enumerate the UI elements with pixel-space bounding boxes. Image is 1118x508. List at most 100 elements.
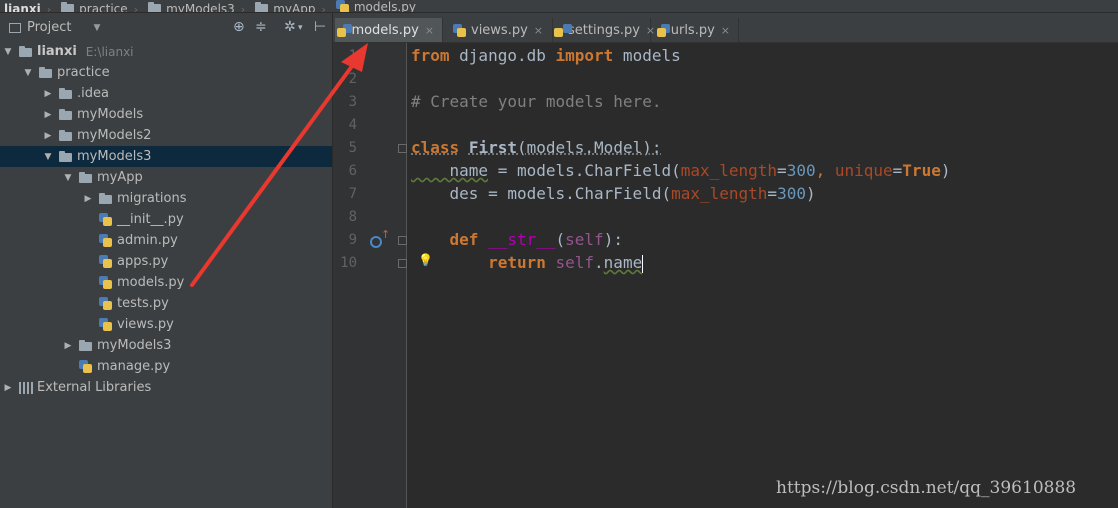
tree-item-label: lianxi (37, 44, 77, 59)
code-token: = (892, 161, 903, 180)
tab-settings[interactable]: settings.py × (554, 18, 655, 42)
breadcrumb-label: myModels3 (166, 1, 235, 13)
tree-item-manage-py[interactable]: manage.py (0, 356, 332, 377)
python-file-icon (99, 276, 112, 289)
fold-marker-icon[interactable] (398, 144, 407, 153)
gear-icon[interactable]: ✲ (284, 19, 296, 35)
tab-urls[interactable]: urls.py × (653, 18, 739, 42)
code-token: max_length (671, 184, 768, 203)
tree-item-myapp[interactable]: ▼ myApp (0, 167, 332, 188)
breadcrumb-item[interactable]: lianxi (4, 3, 41, 12)
collapse-icon[interactable]: ≑ (255, 19, 267, 35)
code-token: def (449, 230, 479, 249)
globe-icon[interactable]: ⊕ (233, 19, 245, 35)
line-number: 10 (340, 255, 357, 271)
folder-icon (255, 2, 269, 12)
tree-item-views-py[interactable]: views.py (0, 314, 332, 335)
watermark: https://blog.csdn.net/qq_39610888 (776, 478, 1077, 498)
code-token: class (411, 138, 460, 157)
code-token: import (555, 46, 614, 65)
folder-icon (59, 88, 72, 99)
tree-item-label: myApp (97, 170, 143, 185)
code-line[interactable]: from django.db import models (411, 46, 681, 65)
tree-item-migrations[interactable]: ▶ migrations (0, 188, 332, 209)
line-number: 1 (348, 48, 357, 64)
close-icon[interactable]: × (425, 24, 434, 37)
chevron-right-icon[interactable]: ▶ (42, 110, 54, 120)
line-number: 7 (348, 186, 357, 202)
line-number: 6 (348, 163, 357, 179)
tab-models[interactable]: models.py × (335, 18, 443, 42)
tree-item-practice[interactable]: ▼ practice (0, 62, 332, 83)
code-token: 300 (777, 184, 806, 203)
tree-item-label: models.py (117, 275, 185, 290)
code-token: unique (834, 161, 893, 180)
tab-label: settings.py (568, 22, 640, 38)
line-number: 9 (348, 232, 357, 248)
code-line[interactable]: # Create your models here. (411, 92, 661, 111)
code-line[interactable]: des = models.CharField(max_length=300) (411, 184, 816, 203)
code-line[interactable]: class First(models.Model): (411, 138, 661, 157)
tab-views[interactable]: views.py × (445, 18, 553, 42)
editor-gutter: 1 2 3 4 5 6 7 8 9 10 ↑ 💡 (333, 43, 433, 508)
line-number: 5 (348, 140, 357, 156)
tree-item-mymodels3[interactable]: ▼ myModels3 (0, 146, 332, 167)
chevron-right-icon[interactable]: ▶ (42, 131, 54, 141)
tree-item-mymodels2[interactable]: ▶ myModels2 (0, 125, 332, 146)
hide-panel-icon[interactable]: ⊢ (314, 19, 326, 35)
chevron-right-icon[interactable]: ▶ (62, 341, 74, 351)
override-arrow-icon[interactable]: ↑ (381, 228, 390, 241)
code-token: True (902, 161, 941, 180)
code-editor[interactable]: 1 2 3 4 5 6 7 8 9 10 ↑ 💡 from django.db import mode… (333, 43, 1118, 508)
breadcrumb-item[interactable]: myApp (255, 2, 315, 12)
code-line[interactable]: def __str__(self): (411, 230, 623, 249)
tree-item-idea[interactable]: ▶ .idea (0, 83, 332, 104)
code-token: des = models.CharField( (411, 184, 672, 203)
tree-item-mymodels[interactable]: ▶ myModels (0, 104, 332, 125)
line-number: 4 (348, 117, 357, 133)
tree-item-models-py[interactable]: models.py (0, 272, 332, 293)
tree-item-init-py[interactable]: __init__.py (0, 209, 332, 230)
tree-item-apps-py[interactable]: apps.py (0, 251, 332, 272)
chevron-right-icon[interactable]: ▶ (42, 89, 54, 99)
python-file-icon (336, 23, 354, 37)
tree-item-external-libraries[interactable]: ▶ External Libraries (0, 377, 332, 398)
chevron-right-icon[interactable]: ▶ (82, 194, 94, 204)
project-panel-title[interactable]: Project (27, 20, 71, 35)
chevron-right-icon[interactable]: ▶ (2, 383, 14, 393)
code-token: name (603, 253, 643, 272)
chevron-down-icon[interactable]: ▼ (42, 152, 54, 162)
code-line[interactable]: name = models.CharField(max_length=300, … (411, 161, 951, 180)
tree-item-label: migrations (117, 191, 187, 206)
close-icon[interactable]: × (721, 24, 730, 37)
tree-item-label: myModels (77, 107, 144, 122)
close-icon[interactable]: × (534, 24, 543, 37)
code-token: = (767, 184, 778, 203)
breadcrumb-item[interactable]: models.py (335, 0, 416, 12)
tree-item-tests-py[interactable]: tests.py (0, 293, 332, 314)
breadcrumb-label: practice (79, 1, 128, 13)
breadcrumb-item[interactable]: myModels3 (148, 1, 235, 13)
tree-item-mymodels3[interactable]: ▶ myModels3 (0, 335, 332, 356)
tree-item-admin-py[interactable]: admin.py (0, 230, 332, 251)
breadcrumb-item[interactable]: practice (61, 1, 128, 13)
fold-marker-icon[interactable] (398, 236, 407, 245)
fold-marker-icon[interactable] (398, 259, 407, 268)
chevron-down-icon[interactable]: ▼ (62, 173, 74, 183)
tree-item-label: myModels3 (97, 338, 172, 353)
code-line[interactable]: return self.name (411, 253, 644, 273)
code-token: , (815, 161, 835, 180)
tree-item-lianxi[interactable]: ▼ lianxi E:\lianxi (0, 41, 332, 62)
gear-dropdown-icon[interactable]: ▾ (298, 23, 303, 33)
breadcrumb-separator: › (321, 3, 326, 13)
code-token: name (411, 161, 489, 180)
python-file-icon (453, 23, 466, 37)
code-token: from (411, 46, 450, 65)
chevron-down-icon[interactable]: ▼ (93, 23, 100, 33)
breadcrumb-separator: › (46, 3, 52, 13)
chevron-down-icon[interactable]: ▼ (22, 68, 34, 78)
project-tree: ▼ lianxi E:\lianxi ▼ practice ▶ .idea ▶ myModels… (0, 42, 332, 508)
chevron-down-icon[interactable]: ▼ (2, 47, 14, 57)
